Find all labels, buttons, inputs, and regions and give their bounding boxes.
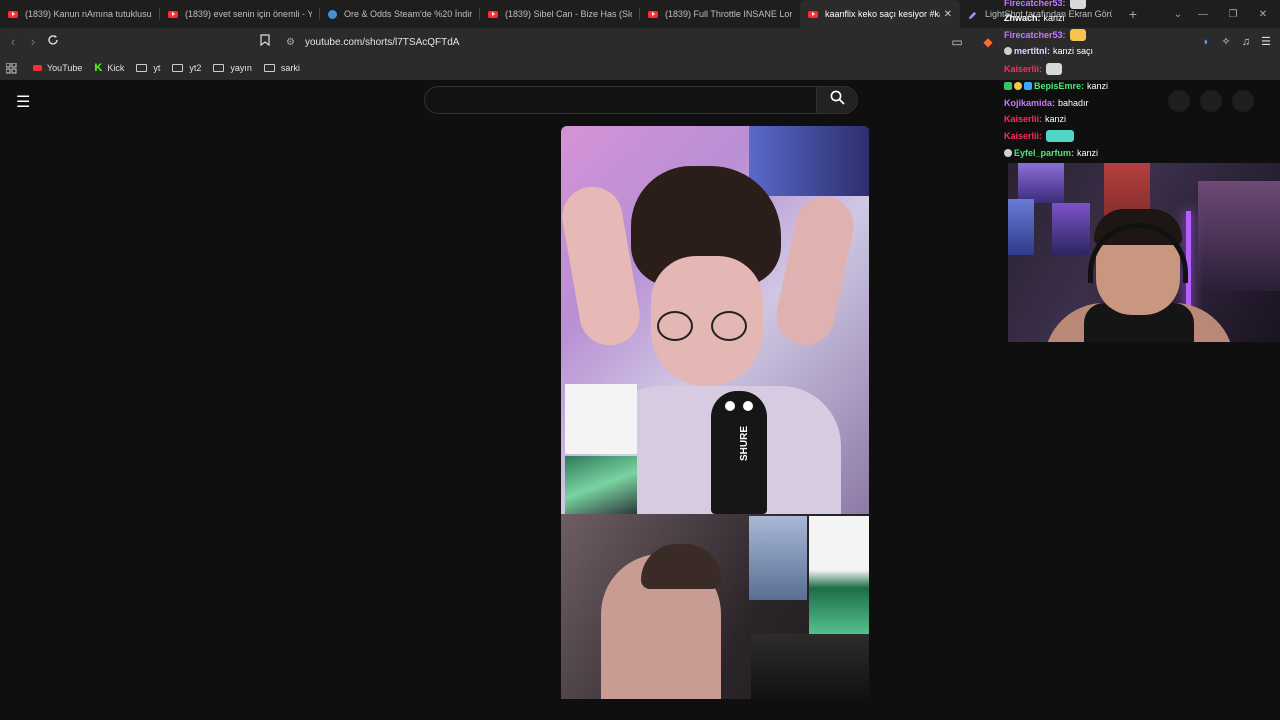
pen-favicon-icon [968, 11, 978, 19]
site-info-icon[interactable]: ⚙ [286, 37, 295, 48]
emote-icon [1046, 63, 1063, 75]
chat-message: Kojikamida: bahadır [1004, 98, 1089, 108]
bookmark-folder-yayin[interactable]: yayın [213, 63, 252, 73]
youtube-favicon-icon [808, 10, 818, 18]
subscriber-badge-icon [1004, 82, 1012, 90]
cast-icon[interactable]: ▭ [948, 33, 966, 51]
bookmark-folder-yt[interactable]: yt [136, 63, 160, 73]
apps-icon[interactable] [6, 62, 17, 74]
shorts-video-player[interactable]: SHURE [561, 126, 869, 699]
steam-favicon-icon [328, 9, 337, 19]
folder-icon [263, 64, 275, 72]
close-tab-icon[interactable]: ✕ [944, 9, 952, 20]
tab-title: (1839) Kanun nAmına tutuklusun. - [25, 9, 152, 19]
youtube-favicon-icon [648, 10, 658, 18]
bookmark-folder-sarki[interactable]: sarki [263, 63, 300, 73]
browser-tab[interactable]: (1839) evet senin için önemli - YouT [160, 0, 320, 28]
search-button[interactable] [816, 86, 858, 114]
youtube-favicon-icon [168, 10, 178, 18]
mic-brand-label: SHURE [739, 425, 750, 461]
kick-icon: K [94, 62, 103, 74]
brave-shield-icon[interactable]: ◆ [979, 33, 997, 51]
bookmark-kick[interactable]: K Kick [94, 62, 124, 74]
url-text: youtube.com/shorts/l7TSAcQFTdA [304, 36, 460, 48]
search-input[interactable] [424, 86, 816, 114]
gift-badge-icon [1014, 82, 1022, 90]
chat-message: BepisEmre: kanzi [1004, 79, 1108, 93]
extensions-icon[interactable]: ✧ [1218, 34, 1234, 50]
back-button[interactable]: ‹ [4, 33, 22, 51]
chat-message: Kaiserlii: [1004, 129, 1075, 143]
emote-icon [1046, 130, 1075, 142]
audio-extension-icon[interactable]: ◗ [1198, 34, 1214, 50]
chat-message: Eyfel_parfum: kanzi [1004, 146, 1098, 160]
chat-message: mertltnl: kanzi saçı [1004, 44, 1093, 58]
browser-tab[interactable]: (1839) Sibel Can - Bize Has (Slowed [480, 0, 640, 28]
browser-tab[interactable]: (1839) Kanun nAmına tutuklusun. - [0, 0, 160, 28]
tab-title: (1839) evet senin için önemli - YouT [185, 9, 312, 19]
forward-button[interactable]: › [24, 33, 42, 51]
emote-icon [1069, 0, 1086, 9]
reload-button[interactable] [44, 33, 62, 51]
folder-icon [172, 64, 184, 72]
browser-tab[interactable]: Ore & Odds Steam'de %20 İndirimli [320, 0, 480, 28]
streamer-webcam-overlay [1008, 163, 1280, 342]
browser-tab[interactable]: (1839) Full Throttle INSANE Long D [640, 0, 800, 28]
tab-title: Ore & Odds Steam'de %20 İndirimli [344, 9, 472, 19]
tab-title: (1839) Full Throttle INSANE Long D [665, 9, 792, 19]
chat-message: Kaiserlii: [1004, 62, 1063, 76]
address-bar[interactable]: ⚙ youtube.com/shorts/l7TSAcQFTdA [280, 31, 1000, 53]
bookmark-youtube[interactable]: YouTube [33, 63, 82, 73]
chat-message: Zhwach: kanzi [1004, 13, 1065, 23]
chat-message: Firecatcher53: [1004, 28, 1086, 42]
menu-icon[interactable]: ☰ [16, 92, 30, 112]
browser-menu-icon[interactable]: ☰ [1258, 34, 1274, 50]
browser-tab-active[interactable]: kaanflix keko saçı kesiyor #kaa ✕ [800, 0, 960, 28]
video-bottom-frame [561, 514, 869, 699]
emote-icon [1069, 29, 1086, 41]
verified-badge-icon [1024, 82, 1032, 90]
skull-badge-icon [1004, 47, 1012, 55]
folder-icon [136, 64, 148, 72]
youtube-favicon-icon [8, 10, 18, 18]
chat-message: Kaiserlii: kanzi [1004, 114, 1067, 124]
search-icon [830, 90, 845, 110]
media-control-icon[interactable]: ♫ [1238, 34, 1254, 50]
bookmark-folder-yt2[interactable]: yt2 [172, 63, 201, 73]
tab-title: (1839) Sibel Can - Bize Has (Slowed [505, 9, 632, 19]
video-top-frame: SHURE [561, 126, 869, 516]
folder-icon [213, 64, 225, 72]
youtube-favicon-icon [488, 10, 498, 18]
youtube-icon [33, 65, 42, 71]
tab-title: kaanflix keko saçı kesiyor #kaa [825, 9, 940, 19]
bookmark-icon[interactable] [256, 33, 274, 51]
chat-message: Firecatcher53: [1004, 0, 1086, 10]
skull-badge-icon [1004, 149, 1012, 157]
stream-chat-overlay: Firecatcher53: Zhwach: kanzi Firecatcher… [1000, 0, 1280, 160]
